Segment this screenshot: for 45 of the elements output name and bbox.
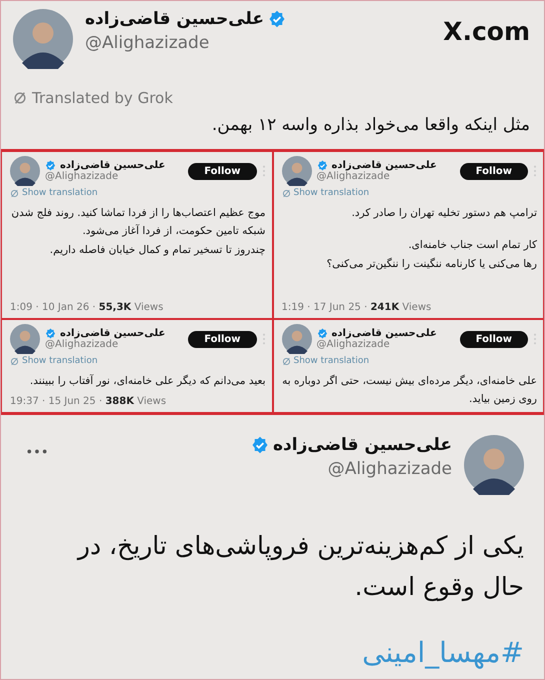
translate-icon (10, 356, 19, 366)
show-translation-link[interactable]: Show translation (294, 188, 370, 198)
author-handle: @Alighazizade (316, 339, 391, 350)
author-name: علی‌حسین قاضی‌زاده (332, 328, 437, 339)
author-name: علی‌حسین قاضی‌زاده (60, 328, 166, 339)
more-icon[interactable] (27, 449, 47, 454)
post-meta: 19:37 · 15 Jun 25 · 388K Views (10, 396, 168, 409)
post-text: موج عظیم اعتصاب‌ها را از فردا تماشا کنید. روند فلج شدن شبکه تامین حکومت، از فردا آغاز می‌شود. چندروز تا تسخیر تمام و کمال خیابان فاصله داریم. (10, 206, 266, 258)
author-name: علی‌حسین قاضی‌زاده (60, 160, 166, 171)
avatar-icon (10, 324, 40, 354)
site-logo: X.com (443, 17, 530, 46)
post-text: بعید می‌دانم که دیگر علی خامنه‌ای، نور آفتاب را ببینند. (28, 373, 266, 389)
author-handle: @Alighazizade (45, 339, 120, 350)
author-handle: @Alighazizade (85, 33, 210, 53)
hashtag-link[interactable]: #مهسا_امینی (362, 636, 524, 673)
author-handle: @Alighazizade (316, 171, 391, 182)
avatar-icon (13, 9, 73, 69)
post-text: کار تمام است جناب خامنه‌ای. رها می‌کنی یا کارنامه ننگینت را ننگین‌تر می‌کنی؟ (326, 238, 537, 272)
author-handle: @Alighazizade (45, 171, 120, 182)
translate-icon (282, 188, 290, 198)
avatar-icon (464, 435, 524, 495)
grok-icon (13, 91, 27, 105)
translate-icon (282, 356, 290, 366)
show-translation-link[interactable]: Show translation (22, 356, 98, 366)
post-meta: 1:09 · 10 Jan 26 · 55,3K Views (10, 302, 164, 315)
show-translation-link[interactable]: Show translation (22, 188, 98, 198)
post-text: ترامپ هم دستور تخلیه تهران را صادر کرد. (350, 206, 537, 221)
author-name: علی‌حسین قاضی‌زاده (85, 9, 264, 29)
author-handle: @Alighazizade (328, 459, 452, 479)
post-text: یکی از کم‌هزینه‌ترین فروپاشی‌های تاریخ، در حال وقوع است. (76, 530, 524, 604)
follow-button[interactable]: Follow (188, 162, 256, 180)
follow-button[interactable]: Follow (460, 162, 528, 180)
avatar-icon (282, 156, 312, 186)
avatar-icon (282, 324, 312, 354)
translation-note: Translated by Grok (32, 89, 173, 107)
show-translation-link[interactable]: Show translation (294, 356, 370, 366)
post-text: مثل اینکه واقعا می‌خواد بذاره واسه ۱۲ بهمن. (210, 115, 530, 135)
translate-icon (10, 188, 19, 198)
post-text: علی خامنه‌ای، دیگر مرده‌ای بیش نیست، حتی اگر دوباره به روی زمین بیاید. (282, 374, 537, 408)
follow-button[interactable]: Follow (188, 330, 256, 348)
follow-button[interactable]: Follow (460, 330, 528, 348)
author-name: علی‌حسین قاضی‌زاده (273, 435, 452, 455)
post-meta: 1:19 · 17 Jun 25 · 241K Views (282, 302, 432, 315)
author-name: علی‌حسین قاضی‌زاده (332, 160, 437, 171)
avatar-icon (10, 156, 40, 186)
